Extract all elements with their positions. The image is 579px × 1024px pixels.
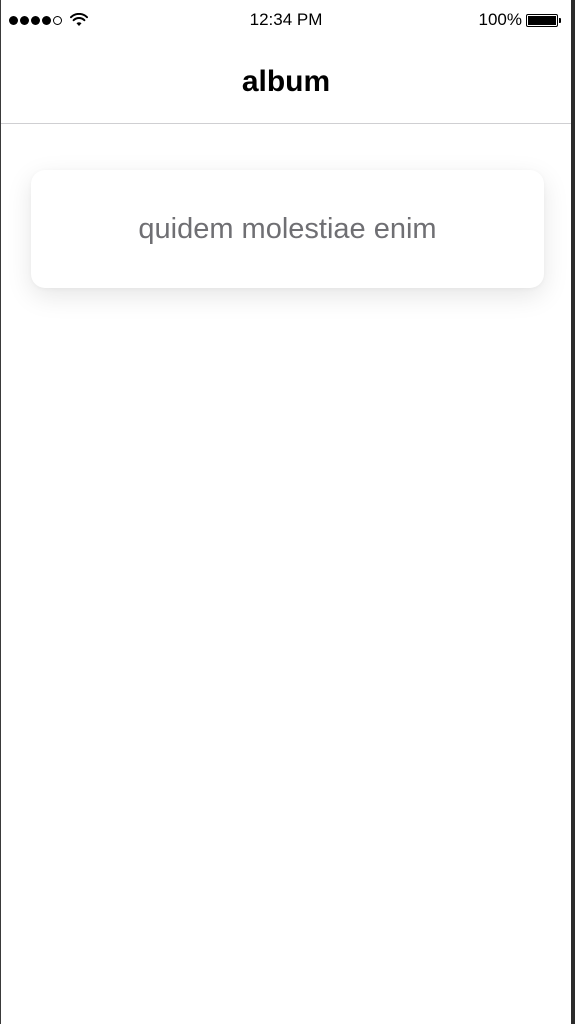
wifi-icon (70, 13, 88, 27)
status-bar: 12:34 PM 100% (1, 0, 571, 40)
signal-dot-empty (53, 15, 62, 25)
battery-tip (559, 17, 561, 23)
signal-dot (31, 15, 40, 25)
app-screen: 12:34 PM 100% album quidem molestiae eni… (0, 0, 575, 1024)
page-title: album (241, 64, 331, 98)
battery-body (526, 13, 558, 27)
battery-fill (528, 15, 556, 25)
signal-dot (20, 15, 29, 25)
signal-strength-icon (9, 15, 62, 25)
battery-percent: 100% (478, 10, 522, 29)
status-right: 100% (479, 10, 561, 30)
album-title: quidem molestiae enim (138, 212, 437, 245)
signal-dot (9, 15, 18, 25)
signal-dot (42, 15, 51, 25)
album-card[interactable]: quidem molestiae enim (31, 170, 544, 288)
album-list: quidem molestiae enim (1, 124, 571, 1024)
battery-icon (526, 13, 561, 27)
navigation-bar: album (1, 40, 571, 124)
status-left (9, 13, 88, 27)
